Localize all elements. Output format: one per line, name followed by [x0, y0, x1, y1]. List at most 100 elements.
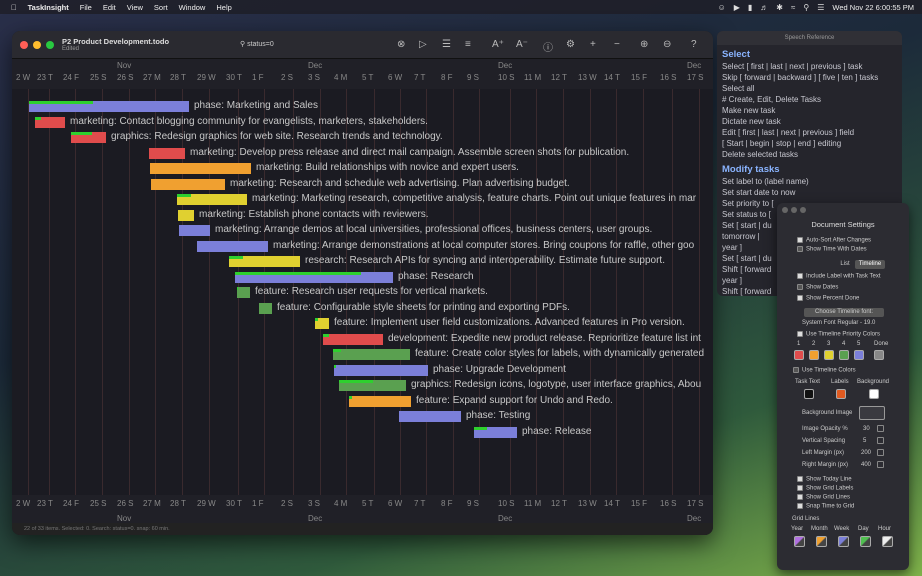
menu-edit[interactable]: Edit [103, 3, 116, 12]
remove-icon[interactable]: − [614, 39, 620, 50]
task-row[interactable]: graphics: Redesign graphics for web site… [12, 131, 713, 143]
left-margin-value[interactable]: 200 [861, 450, 871, 456]
menu-sort[interactable]: Sort [154, 3, 168, 12]
task-row[interactable]: marketing: Contact blogging community fo… [12, 116, 713, 128]
font-smaller-icon[interactable]: A⁻ [516, 39, 528, 50]
task-bar[interactable] [474, 426, 517, 438]
grid-color-day-well[interactable] [860, 536, 871, 547]
tab-list[interactable]: List [835, 260, 855, 269]
menu-help[interactable]: Help [216, 3, 231, 12]
font-larger-icon[interactable]: A⁺ [492, 39, 504, 50]
task-row[interactable]: marketing: Arrange demonstrations at loc… [12, 240, 713, 252]
use-priority-colors-checkbox[interactable]: Use Timeline Priority Colors [797, 331, 880, 338]
clear-search-icon[interactable]: ⊗ [397, 39, 405, 50]
control-center-icon[interactable]: ☰ [817, 3, 824, 12]
show-grid-lines-checkbox[interactable]: Show Grid Lines [797, 494, 850, 501]
menu-view[interactable]: View [127, 3, 143, 12]
grid-color-hour-well[interactable] [882, 536, 893, 547]
image-opacity-stepper[interactable] [875, 425, 884, 432]
priority-color-well[interactable] [874, 350, 884, 360]
task-row[interactable]: phase: Release [12, 426, 713, 438]
zoom-button[interactable] [46, 41, 54, 49]
panel-zoom-button[interactable] [800, 207, 806, 213]
task-row[interactable]: marketing: Marketing research, competiti… [12, 193, 713, 205]
task-bar[interactable] [229, 256, 300, 267]
task-bar[interactable] [237, 287, 250, 298]
task-row[interactable]: research: Research APIs for syncing and … [12, 255, 713, 267]
menu-app-name[interactable]: TaskInsight [28, 3, 69, 12]
bluetooth-icon[interactable]: ✱ [776, 3, 783, 12]
help-icon[interactable]: ? [691, 39, 697, 50]
right-margin-stepper[interactable] [875, 461, 884, 468]
task-row[interactable]: marketing: Establish phone contacts with… [12, 209, 713, 221]
task-bar[interactable] [35, 116, 65, 128]
background-image-well[interactable] [859, 406, 885, 420]
task-row[interactable]: feature: Expand support for Undo and Red… [12, 395, 713, 407]
apple-menu-icon[interactable]:  [11, 3, 17, 12]
task-row[interactable]: phase: Upgrade Development [12, 364, 713, 376]
left-margin-stepper[interactable] [875, 449, 884, 456]
task-bar[interactable] [333, 349, 410, 360]
priority-color-well[interactable] [839, 350, 849, 360]
timeline-icon[interactable]: ≡ [465, 39, 471, 50]
labels-color-well[interactable] [836, 389, 846, 399]
task-row[interactable]: feature: Research user requests for vert… [12, 286, 713, 298]
task-bar[interactable] [315, 318, 329, 329]
priority-color-well[interactable] [854, 350, 864, 360]
task-bar[interactable] [323, 333, 383, 345]
right-margin-value[interactable]: 400 [861, 462, 871, 468]
priority-color-well[interactable] [794, 350, 804, 360]
grid-color-month-well[interactable] [816, 536, 827, 547]
show-dates-checkbox[interactable]: Show Dates [797, 284, 838, 291]
task-row[interactable]: marketing: Develop press release and dir… [12, 147, 713, 159]
task-row[interactable]: marketing: Build relationships with novi… [12, 162, 713, 174]
task-bar[interactable] [151, 178, 225, 190]
wifi-icon[interactable]: ≈ [791, 3, 795, 12]
task-bar[interactable] [179, 225, 210, 236]
vertical-spacing-value[interactable]: 5 [863, 438, 866, 444]
task-row[interactable]: feature: Create color styles for labels,… [12, 348, 713, 360]
task-bar[interactable] [339, 380, 406, 391]
info-icon[interactable]: ⓘ [543, 39, 553, 54]
search-icon[interactable]: ⚲ [803, 3, 809, 12]
play-icon[interactable]: ▶ [734, 3, 740, 12]
menubar-clock[interactable]: Wed Nov 22 6:00:55 PM [832, 3, 914, 12]
task-bar[interactable] [29, 101, 189, 112]
zoom-in-icon[interactable]: ⊕ [640, 39, 648, 50]
task-bar[interactable] [235, 271, 393, 283]
use-timeline-colors-checkbox[interactable]: Use Timeline Colors [793, 367, 856, 374]
gear-icon[interactable]: ⚙ [566, 39, 575, 50]
task-row[interactable]: marketing: Arrange demos at local univer… [12, 224, 713, 236]
tab-timeline[interactable]: Timeline [855, 260, 885, 269]
background-color-well[interactable] [869, 389, 879, 399]
task-row[interactable]: feature: Implement user field customizat… [12, 317, 713, 329]
priority-color-well[interactable] [824, 350, 834, 360]
task-row[interactable]: phase: Testing [12, 410, 713, 422]
play-icon[interactable]: ▷ [419, 39, 427, 50]
task-bar[interactable] [399, 411, 461, 422]
auto-sort-checkbox[interactable]: Auto-Sort After Changes [797, 237, 871, 244]
show-percent-checkbox[interactable]: Show Percent Done [797, 295, 859, 302]
task-bar[interactable] [71, 132, 106, 143]
task-row[interactable]: phase: Marketing and Sales [12, 100, 713, 112]
show-grid-labels-checkbox[interactable]: Show Grid Labels [797, 485, 853, 492]
menu-file[interactable]: File [80, 3, 92, 12]
snap-time-checkbox[interactable]: Snap Time to Grid [797, 503, 854, 510]
task-bar[interactable] [178, 209, 194, 221]
zoom-out-icon[interactable]: ⊖ [663, 39, 671, 50]
choose-font-button[interactable]: Choose Timeline font: [804, 308, 884, 317]
show-time-checkbox[interactable]: Show Time With Dates [797, 246, 867, 253]
task-bar[interactable] [177, 194, 247, 205]
task-row[interactable]: marketing: Research and schedule web adv… [12, 178, 713, 190]
user-icon[interactable]: ☺ [718, 3, 726, 12]
panel-minimize-button[interactable] [791, 207, 797, 213]
vertical-spacing-stepper[interactable] [875, 437, 884, 444]
task-text-color-well[interactable] [804, 389, 814, 399]
grid-color-year-well[interactable] [794, 536, 805, 547]
task-row[interactable]: development: Expedite new product releas… [12, 333, 713, 345]
task-row[interactable]: feature: Configurable style sheets for p… [12, 302, 713, 314]
grid-color-week-well[interactable] [838, 536, 849, 547]
show-today-checkbox[interactable]: Show Today Line [797, 476, 852, 483]
task-bar[interactable] [149, 147, 185, 159]
search-field[interactable]: ⚲ status=0 [240, 40, 274, 48]
